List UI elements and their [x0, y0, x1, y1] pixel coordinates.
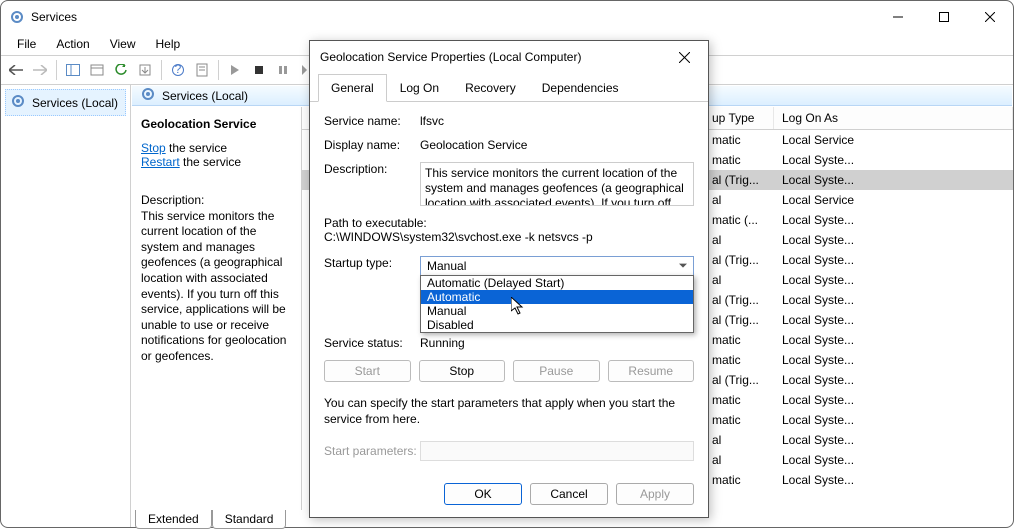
content-header-label: Services (Local): [162, 89, 248, 103]
tab-extended[interactable]: Extended: [135, 510, 212, 529]
properties-dialog: Geolocation Service Properties (Local Co…: [309, 40, 709, 518]
tab-dependencies[interactable]: Dependencies: [529, 74, 632, 102]
col-startup-type[interactable]: up Type: [704, 107, 774, 129]
services-app-icon: [9, 9, 25, 25]
refresh-button[interactable]: [110, 59, 132, 81]
option-manual[interactable]: Manual: [421, 304, 693, 318]
stop-link[interactable]: Stop: [141, 141, 166, 155]
desc-label: Description:: [141, 193, 291, 209]
label-path: Path to executable:: [324, 216, 694, 230]
menu-help[interactable]: Help: [148, 35, 189, 53]
help-button[interactable]: ?: [167, 59, 189, 81]
value-service-name: lfsvc: [420, 114, 694, 128]
label-service-status: Service status:: [324, 336, 420, 350]
minimize-button[interactable]: [875, 1, 921, 33]
tab-recovery[interactable]: Recovery: [452, 74, 529, 102]
stop-button[interactable]: Stop: [419, 360, 506, 382]
detail-title: Geolocation Service: [141, 117, 291, 131]
label-description: Description:: [324, 162, 420, 176]
value-description[interactable]: This service monitors the current locati…: [420, 162, 694, 206]
label-startup-type: Startup type:: [324, 256, 420, 270]
titlebar: Services: [1, 1, 1013, 33]
restart-link[interactable]: Restart: [141, 155, 180, 169]
resume-button: Resume: [608, 360, 695, 382]
pause-button: Pause: [513, 360, 600, 382]
col-log-on-as[interactable]: Log On As: [774, 107, 1013, 129]
back-button[interactable]: [5, 59, 27, 81]
window-title: Services: [31, 10, 875, 24]
startup-type-select[interactable]: Manual: [420, 256, 694, 276]
nav-item-services-local[interactable]: Services (Local): [5, 89, 126, 116]
start-params-note: You can specify the start parameters tha…: [324, 396, 694, 427]
nav-item-label: Services (Local): [32, 96, 118, 110]
menu-file[interactable]: File: [9, 35, 44, 53]
value-service-status: Running: [420, 336, 694, 350]
menu-action[interactable]: Action: [48, 35, 97, 53]
gear-icon: [10, 93, 26, 112]
export-button[interactable]: [134, 59, 156, 81]
dialog-tabs: General Log On Recovery Dependencies: [310, 73, 708, 102]
label-service-name: Service name:: [324, 114, 420, 128]
label-start-params: Start parameters:: [324, 444, 420, 458]
start-params-input: [420, 441, 694, 461]
start-button: Start: [324, 360, 411, 382]
tab-logon[interactable]: Log On: [387, 74, 452, 102]
option-disabled[interactable]: Disabled: [421, 318, 693, 332]
window-controls: [875, 1, 1013, 33]
show-hide-tree-button[interactable]: [62, 59, 84, 81]
value-path: C:\WINDOWS\system32\svchost.exe -k netsv…: [324, 230, 694, 244]
dialog-titlebar: Geolocation Service Properties (Local Co…: [310, 41, 708, 73]
apply-button: Apply: [616, 483, 694, 505]
startup-type-dropdown: Automatic (Delayed Start) Automatic Manu…: [420, 275, 694, 333]
tab-general[interactable]: General: [318, 74, 387, 102]
tab-standard[interactable]: Standard: [212, 510, 287, 529]
pause-service-button[interactable]: [272, 59, 294, 81]
properties-icon[interactable]: [86, 59, 108, 81]
left-nav: Services (Local): [1, 85, 131, 527]
properties-button[interactable]: [191, 59, 213, 81]
svg-text:?: ?: [175, 64, 182, 76]
desc-text: This service monitors the current locati…: [141, 209, 291, 365]
menu-view[interactable]: View: [102, 35, 144, 53]
forward-button[interactable]: [29, 59, 51, 81]
start-service-button[interactable]: [224, 59, 246, 81]
value-display-name: Geolocation Service: [420, 138, 694, 152]
dialog-title-text: Geolocation Service Properties (Local Co…: [320, 50, 670, 64]
detail-pane: Geolocation Service Stop the service Res…: [131, 107, 301, 510]
close-button[interactable]: [967, 1, 1013, 33]
gear-icon: [140, 86, 156, 105]
option-automatic[interactable]: Automatic: [421, 290, 693, 304]
label-display-name: Display name:: [324, 138, 420, 152]
option-auto-delayed[interactable]: Automatic (Delayed Start): [421, 276, 693, 290]
dialog-close-button[interactable]: [670, 43, 698, 71]
maximize-button[interactable]: [921, 1, 967, 33]
ok-button[interactable]: OK: [444, 483, 522, 505]
stop-service-button[interactable]: [248, 59, 270, 81]
cancel-button[interactable]: Cancel: [530, 483, 608, 505]
